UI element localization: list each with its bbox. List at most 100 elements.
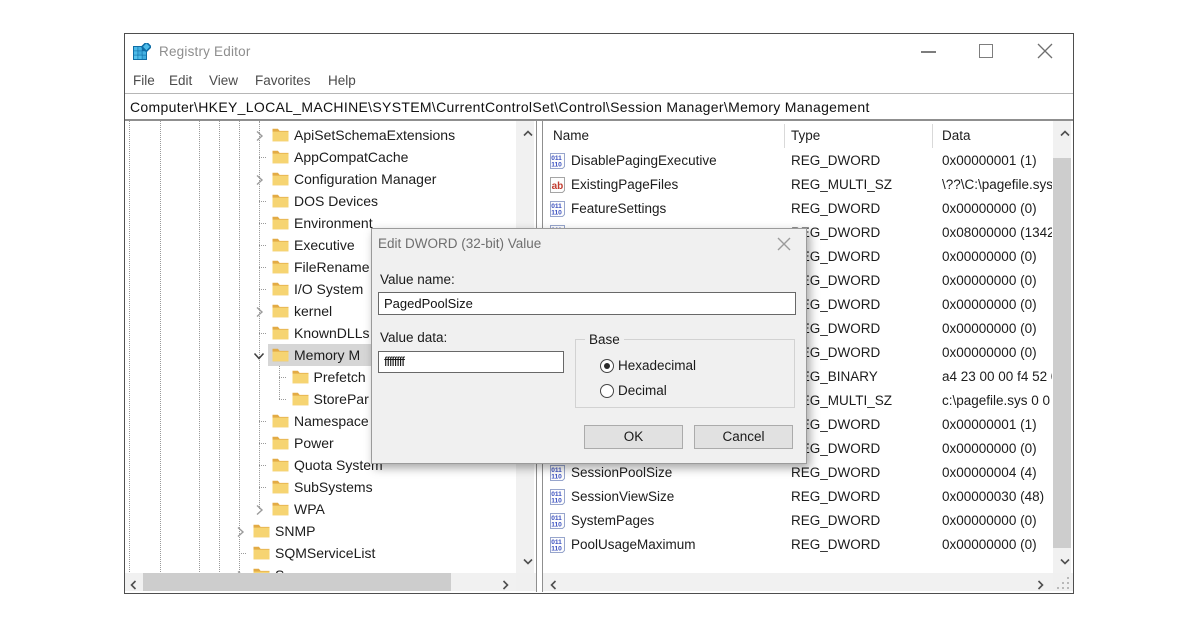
value-row-sessionpoolsize[interactable]: 011110SessionPoolSizeREG_DWORD0x00000004… — [543, 461, 1052, 485]
value-data-cell: 0x00000000 (0) — [942, 341, 1052, 365]
tree-item-sqmservicelist[interactable]: SQMServiceList — [125, 542, 536, 564]
folder-icon — [292, 392, 309, 406]
scroll-left-button[interactable] — [125, 576, 143, 592]
chevron-right-icon[interactable] — [253, 306, 265, 318]
value-data-cell: 0x00000004 (4) — [942, 461, 1052, 485]
value-name-cell: SessionPoolSize — [571, 461, 786, 485]
tree-item-label: Executive — [294, 234, 355, 256]
cancel-button[interactable]: Cancel — [694, 425, 793, 449]
tree-item-label: SQMServiceList — [275, 542, 375, 564]
tree-item-label: I/O System — [294, 278, 363, 300]
tree-connector — [259, 157, 266, 158]
list-vertical-scrollbar[interactable] — [1053, 121, 1071, 573]
maximize-icon — [979, 44, 993, 58]
tree-item-label: Environment — [294, 212, 373, 234]
tree-connector — [259, 245, 266, 246]
value-data-field[interactable]: ffffffff — [378, 351, 564, 373]
column-separator[interactable] — [784, 124, 785, 148]
menu-item-file[interactable]: File — [133, 68, 155, 93]
svg-text:110: 110 — [551, 162, 562, 169]
list-horizontal-scrollbar[interactable] — [543, 573, 1053, 591]
value-row-systempages[interactable]: 011110SystemPagesREG_DWORD0x00000000 (0) — [543, 509, 1052, 533]
value-type-cell: REG_DWORD — [791, 437, 939, 461]
scroll-left-button[interactable] — [545, 576, 563, 592]
tree-folder — [272, 348, 289, 362]
radio-circle-unchecked — [600, 384, 614, 398]
chevron-right-icon[interactable] — [253, 504, 265, 516]
maximize-button[interactable] — [970, 34, 1002, 68]
expand-chevron[interactable] — [253, 305, 265, 317]
column-separator[interactable] — [932, 124, 933, 148]
edit-dword-dialog: Edit DWORD (32-bit) Value Value name: Pa… — [371, 228, 807, 464]
title-bar[interactable]: Registry Editor — [125, 34, 1073, 68]
value-row-sessionviewsize[interactable]: 011110SessionViewSizeREG_DWORD0x00000030… — [543, 485, 1052, 509]
scroll-down-button[interactable] — [519, 552, 537, 570]
tree-item-label: StorePar — [314, 388, 369, 410]
column-header-name[interactable]: Name — [553, 121, 589, 149]
value-name-cell: FeatureSettings — [571, 197, 786, 221]
expand-chevron[interactable] — [253, 129, 265, 141]
scrollbar-thumb[interactable] — [1053, 158, 1071, 548]
list-header: Name Type Data — [543, 121, 1073, 149]
chevron-right-icon[interactable] — [253, 130, 265, 142]
scroll-up-button[interactable] — [519, 125, 537, 143]
tree-folder — [272, 436, 289, 450]
tree-folder — [272, 304, 289, 318]
column-header-data[interactable]: Data — [942, 121, 971, 149]
tree-item-label: KnownDLLs — [294, 322, 370, 344]
scroll-right-button[interactable] — [1031, 576, 1049, 592]
tree-folder — [272, 414, 289, 428]
tree-horizontal-scrollbar[interactable] — [125, 573, 516, 591]
scroll-up-button[interactable] — [1056, 125, 1073, 143]
column-header-type[interactable]: Type — [791, 121, 820, 149]
base-group: Base Hexadecimal Decimal — [575, 339, 795, 408]
menu-item-favorites[interactable]: Favorites — [255, 68, 311, 93]
menu-item-edit[interactable]: Edit — [169, 68, 192, 93]
scroll-down-icon — [1059, 555, 1071, 567]
value-row-existingpagefiles[interactable]: abExistingPageFilesREG_MULTI_SZ\??\C:\pa… — [543, 173, 1052, 197]
close-button[interactable] — [1029, 34, 1061, 68]
tree-item-snmp[interactable]: SNMP — [125, 520, 536, 542]
value-row-poolusagemaximum[interactable]: 011110PoolUsageMaximumREG_DWORD0x0000000… — [543, 533, 1052, 557]
value-type-icon: 011110 — [549, 201, 566, 217]
resize-grip[interactable] — [1057, 576, 1071, 590]
svg-text:ab: ab — [552, 181, 564, 192]
scroll-right-icon — [499, 579, 511, 591]
menu-item-help[interactable]: Help — [328, 68, 356, 93]
dialog-close-icon — [777, 237, 791, 251]
chevron-right-icon[interactable] — [253, 174, 265, 186]
tree-item-subsystems[interactable]: SubSystems — [125, 476, 536, 498]
chevron-right-icon[interactable] — [234, 526, 246, 538]
tree-folder — [253, 524, 270, 538]
tree-item-apisetschemaextensions[interactable]: ApiSetSchemaExtensions — [125, 124, 536, 146]
address-bar[interactable]: Computer\HKEY_LOCAL_MACHINE\SYSTEM\Curre… — [125, 95, 1073, 121]
expand-chevron[interactable] — [253, 173, 265, 185]
tree-folder — [272, 172, 289, 186]
scroll-down-button[interactable] — [1056, 552, 1073, 570]
screenshot-canvas: Registry Editor File Edit View Favorites Hel… — [0, 0, 1200, 628]
ok-button[interactable]: OK — [584, 425, 683, 449]
scroll-down-icon — [522, 555, 534, 567]
expand-chevron[interactable] — [234, 525, 246, 537]
tree-item-dos-devices[interactable]: DOS Devices — [125, 190, 536, 212]
value-type-icon: 011110 — [549, 537, 566, 553]
chevron-down-icon[interactable] — [253, 350, 265, 362]
menu-item-view[interactable]: View — [209, 68, 238, 93]
tree-item-configuration-manager[interactable]: Configuration Manager — [125, 168, 536, 190]
value-data-cell: 0x00000030 (48) — [942, 485, 1052, 509]
tree-item-wpa[interactable]: WPA — [125, 498, 536, 520]
collapse-chevron[interactable] — [253, 349, 265, 361]
value-name-field[interactable]: PagedPoolSize — [378, 292, 796, 315]
value-row-disablepagingexecutive[interactable]: 011110DisablePagingExecutiveREG_DWORD0x0… — [543, 149, 1052, 173]
expand-chevron[interactable] — [253, 503, 265, 515]
minimize-button[interactable] — [912, 34, 944, 68]
dialog-close-button[interactable] — [766, 229, 802, 258]
tree-item-label: Namespace — [294, 410, 369, 432]
tree-folder — [272, 260, 289, 274]
scroll-right-button[interactable] — [496, 576, 514, 592]
address-path: Computer\HKEY_LOCAL_MACHINE\SYSTEM\Curre… — [130, 95, 870, 119]
tree-item-label: kernel — [294, 300, 332, 322]
value-row-featuresettings[interactable]: 011110FeatureSettingsREG_DWORD0x00000000… — [543, 197, 1052, 221]
tree-item-appcompatcache[interactable]: AppCompatCache — [125, 146, 536, 168]
scrollbar-thumb[interactable] — [143, 573, 451, 591]
